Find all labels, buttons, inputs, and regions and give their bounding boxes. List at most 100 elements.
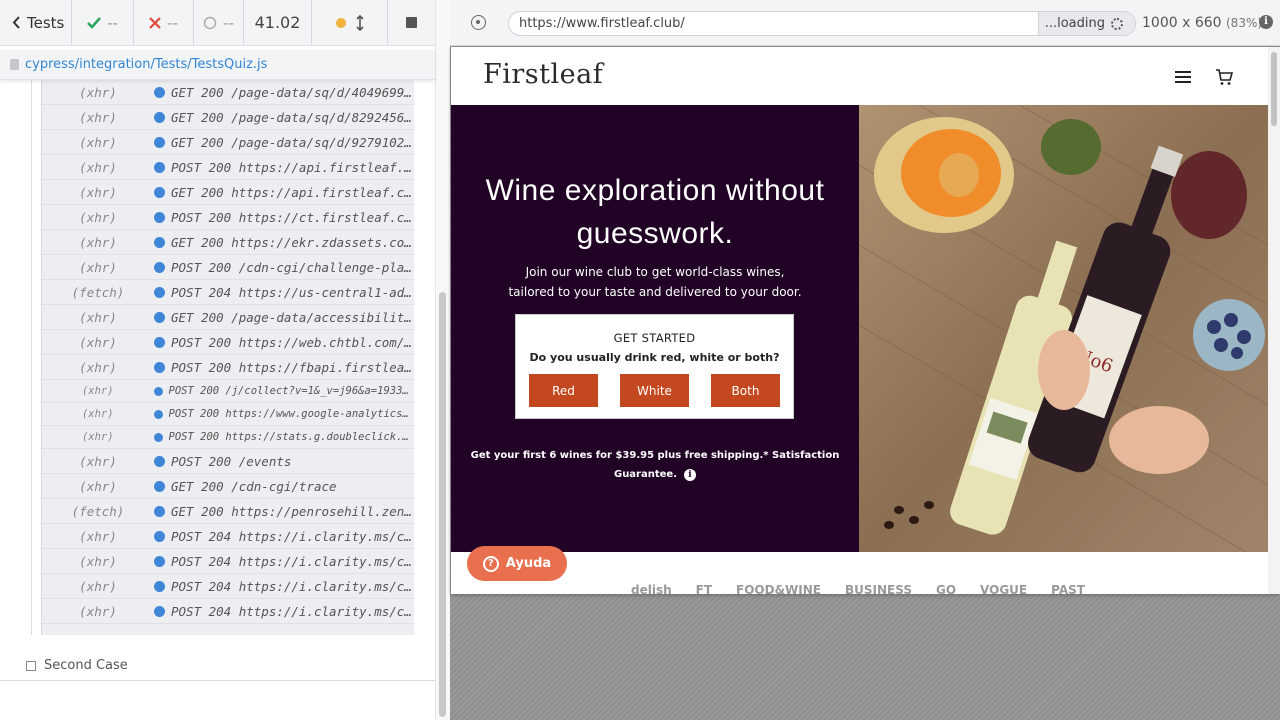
command-log-row[interactable]: (xhr) POST 200 https://stats.g.doubleclic… bbox=[42, 426, 414, 449]
info-icon[interactable]: i bbox=[684, 468, 697, 481]
log-message: POST 200 https://ct.firstleaf.c… bbox=[171, 209, 412, 225]
request-dot-icon bbox=[154, 211, 165, 223]
test-second-case[interactable]: Second Case bbox=[26, 658, 128, 673]
white-button[interactable]: White bbox=[620, 374, 689, 407]
log-type: (xhr) bbox=[79, 334, 117, 350]
command-log-row[interactable]: (xhr) POST 200 /j/collect?v=1&_v=j96&a=19… bbox=[42, 380, 414, 403]
aut-iframe: Firstleaf Wine exploration without guess… bbox=[451, 47, 1280, 594]
command-log-row[interactable]: (xhr) GET 200 /page-data/sq/d/8292456… bbox=[42, 105, 414, 130]
command-log-row[interactable]: (xhr) GET 200 /page-data/accessibilit… bbox=[42, 305, 414, 330]
log-type: (xhr) bbox=[81, 408, 114, 420]
log-type: (xhr) bbox=[79, 109, 117, 125]
request-dot-icon bbox=[154, 311, 165, 323]
log-type: (xhr) bbox=[79, 578, 117, 594]
request-dot-icon bbox=[154, 530, 165, 542]
command-log-row[interactable]: (xhr) POST 200 /events bbox=[42, 449, 414, 474]
command-log-row[interactable]: (xhr) GET 200 /cdn-cgi/trace bbox=[42, 474, 414, 499]
command-log-row[interactable]: (xhr) POST 204 https://i.clarity.ms/c… bbox=[42, 574, 414, 599]
runner-header: Tests -- -- -- 41.02 bbox=[0, 0, 435, 46]
command-log-row[interactable]: (fetch) POST 204 https://us-central1-ad… bbox=[42, 280, 414, 305]
request-dot-icon bbox=[154, 286, 165, 298]
press-logo: BUSINESS bbox=[845, 583, 912, 594]
test-status-icon bbox=[26, 660, 36, 671]
request-dot-icon bbox=[153, 409, 163, 419]
running-dot-icon bbox=[335, 17, 346, 28]
back-label: Tests bbox=[27, 13, 65, 32]
command-log-row[interactable]: (xhr) POST 200 https://ct.firstleaf.c… bbox=[42, 205, 414, 230]
command-log-row[interactable]: (xhr) GET 200 https://ekr.zdassets.co… bbox=[42, 230, 414, 255]
question-icon: ? bbox=[482, 555, 499, 572]
command-log-row[interactable]: (xhr) GET 200 https://api.firstleaf.c… bbox=[42, 180, 414, 205]
request-dot-icon bbox=[154, 336, 165, 348]
spec-file-link[interactable]: cypress/integration/Tests/TestsQuiz.js bbox=[25, 57, 267, 72]
press-logo: FOOD&WINE bbox=[736, 583, 821, 594]
request-dot-icon bbox=[154, 236, 165, 248]
command-log-row[interactable]: (xhr) POST 204 https://i.clarity.ms/c… bbox=[42, 524, 414, 549]
auto-scroll-icon bbox=[355, 14, 364, 31]
request-dot-icon bbox=[154, 580, 165, 592]
site-header: Firstleaf bbox=[451, 47, 1268, 105]
menu-icon[interactable] bbox=[1175, 71, 1191, 83]
site-scrollbar-thumb[interactable] bbox=[1271, 52, 1277, 126]
command-log-row[interactable]: (xhr) POST 200 https://web.chtbl.com/… bbox=[42, 330, 414, 355]
command-log-row[interactable]: (xhr) POST 200 https://api.firstleaf.… bbox=[42, 155, 414, 180]
both-button[interactable]: Both bbox=[711, 374, 780, 407]
cart-icon[interactable] bbox=[1215, 69, 1233, 86]
log-message: GET 200 /page-data/sq/d/4049699… bbox=[171, 84, 412, 100]
selector-playground-icon[interactable] bbox=[471, 15, 486, 30]
command-log-row[interactable]: (xhr) POST 200 https://fbapi.firstlea… bbox=[42, 355, 414, 380]
request-dot-icon bbox=[154, 186, 165, 198]
log-message: POST 200 https://fbapi.firstlea… bbox=[171, 359, 412, 375]
log-type: (xhr) bbox=[81, 431, 114, 443]
log-type: (xhr) bbox=[79, 478, 117, 494]
command-log-row[interactable]: (fetch) GET 200 https://penrosehill.zen… bbox=[42, 499, 414, 524]
command-log[interactable]: (xhr) GET 200 /page-data/sq/d/4049699… (xh… bbox=[41, 80, 414, 635]
command-log-row[interactable]: (xhr) POST 200 /cdn-cgi/challenge-pla… bbox=[42, 255, 414, 280]
command-log-row[interactable]: (xhr) POST 204 https://i.clarity.ms/c… bbox=[42, 549, 414, 574]
x-icon bbox=[149, 16, 161, 29]
back-to-tests-button[interactable]: Tests bbox=[0, 0, 72, 45]
viewport-size: 1000 x 660 (83%) bbox=[1142, 15, 1263, 31]
command-log-row[interactable]: (xhr) GET 200 /page-data/sq/d/4049699… bbox=[42, 80, 414, 105]
info-icon[interactable]: i bbox=[1259, 15, 1273, 29]
file-icon bbox=[10, 59, 19, 70]
request-dot-icon bbox=[154, 111, 165, 123]
log-message: POST 204 https://i.clarity.ms/c… bbox=[171, 603, 412, 619]
log-type: (xhr) bbox=[79, 453, 117, 469]
log-type: (xhr) bbox=[79, 553, 117, 569]
command-log-row[interactable]: (xhr) GET 200 /page-data/sq/d/9279102… bbox=[42, 130, 414, 155]
command-log-row[interactable]: (xhr) POST 204 https://i.clarity.ms/c… bbox=[42, 599, 414, 624]
pending-count: -- bbox=[194, 0, 244, 45]
request-dot-icon bbox=[154, 455, 165, 467]
log-message: GET 200 /cdn-cgi/trace bbox=[171, 478, 337, 494]
command-log-row[interactable]: (xhr) POST 200 https://www.google-analyti… bbox=[42, 403, 414, 426]
red-button[interactable]: Red bbox=[529, 374, 598, 407]
log-type: (xhr) bbox=[79, 528, 117, 544]
failed-count: -- bbox=[134, 0, 194, 45]
wine-bottles-photo: No6 bbox=[859, 105, 1268, 552]
offer-text: Get your first 6 wines for $39.95 plus f… bbox=[470, 450, 840, 481]
site-scrollbar[interactable] bbox=[1268, 47, 1280, 594]
quiz-title: GET STARTED bbox=[613, 331, 696, 345]
log-type: (xhr) bbox=[79, 309, 117, 325]
request-dot-icon bbox=[154, 361, 165, 373]
log-message: POST 200 https://api.firstleaf.… bbox=[171, 159, 412, 175]
help-button[interactable]: ? Ayuda bbox=[467, 546, 567, 581]
url-bar: https://www.firstleaf.club/ ...loading bbox=[508, 11, 1136, 36]
log-type: (xhr) bbox=[79, 184, 117, 200]
log-message: GET 200 /page-data/accessibilit… bbox=[171, 309, 412, 325]
site-logo[interactable]: Firstleaf bbox=[483, 59, 603, 90]
log-type: (xhr) bbox=[79, 209, 117, 225]
log-type: (xhr) bbox=[79, 603, 117, 619]
running-status[interactable] bbox=[312, 0, 388, 45]
request-dot-icon bbox=[154, 86, 165, 98]
stop-button[interactable] bbox=[388, 0, 435, 45]
runner-scrollbar-thumb[interactable] bbox=[439, 292, 446, 717]
request-dot-icon bbox=[154, 480, 165, 492]
press-logo: PAST bbox=[1051, 583, 1085, 594]
log-type: (xhr) bbox=[79, 134, 117, 150]
log-type: (xhr) bbox=[79, 359, 117, 375]
log-type: (xhr) bbox=[79, 84, 117, 100]
log-message: POST 200 https://www.google-analytics.… bbox=[168, 408, 414, 420]
press-logos: delish FT FOOD&WINE BUSINESS GQ VOGUE PAST bbox=[631, 583, 1085, 594]
